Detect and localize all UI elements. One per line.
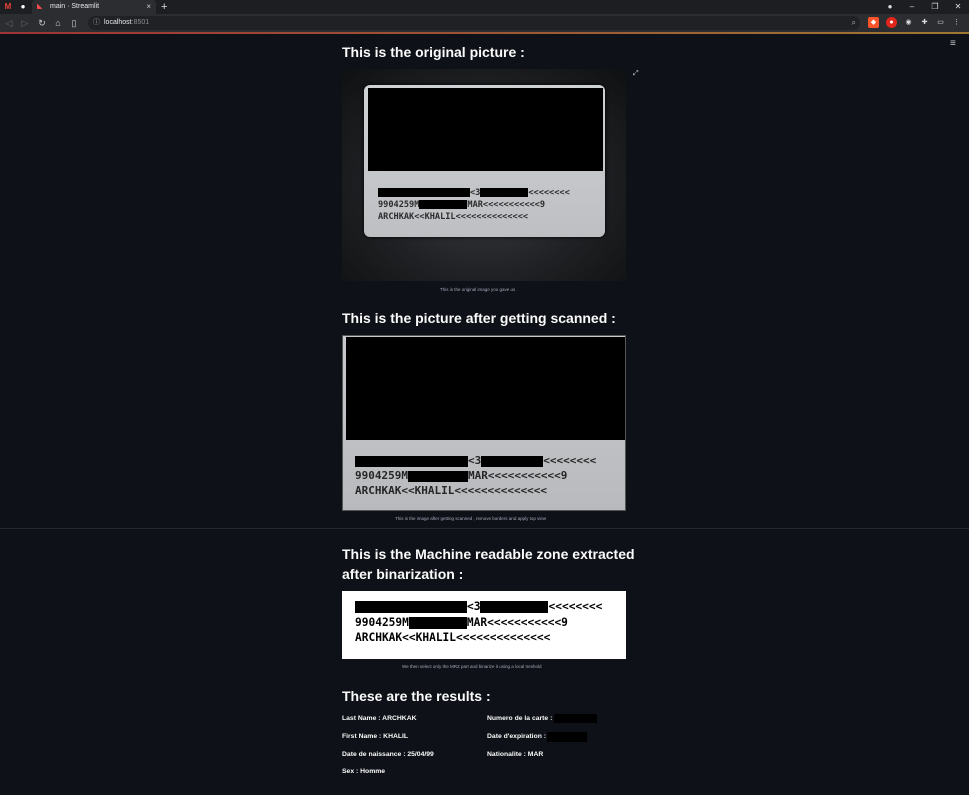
result-birth-date: Date de naissance : 25/04/99 (342, 751, 434, 758)
original-picture-heading: This is the original picture : (342, 44, 525, 60)
redacted-area (346, 337, 625, 440)
result-first-name: First Name : KHALIL (342, 733, 409, 740)
wallet-icon[interactable]: ▭ (935, 17, 946, 28)
original-image: <3 <<<<<<<< 9904259M MAR<<<<<<<<<<<9 ARCHK… (342, 69, 626, 281)
reload-icon[interactable]: ↻ (36, 17, 48, 29)
mrz-line-2: 9904259M MAR<<<<<<<<<<<9 (378, 200, 546, 210)
redacted-card-number (554, 714, 598, 723)
scanned-image: <3 <<<<<<<< 9904259M MAR<<<<<<<<<<<9 ARCHK… (342, 335, 626, 511)
menu-icon[interactable]: ⋮ (951, 17, 962, 28)
binarized-mrz-image: <3 <<<<<<<< 9904259M MAR<<<<<<<<<<<9 ARCHK… (342, 591, 626, 659)
mrz-line-3: ARCHKAK<<KHALIL<<<<<<<<<<<<<< (355, 484, 548, 497)
mrz-heading-line-2: after binarization : (342, 566, 464, 582)
redacted-area (368, 88, 603, 171)
mrz-line-2: 9904259M MAR<<<<<<<<<<<9 (355, 616, 568, 629)
forward-icon[interactable]: ▷ (19, 17, 31, 29)
original-caption: This is the original image you gave us (440, 287, 516, 292)
restore-button[interactable]: ❐ (928, 0, 942, 14)
section-divider (0, 528, 969, 529)
url-text: localhost:8501 (104, 19, 150, 26)
browser-tab-active[interactable]: ◣ main · Streamlit × (32, 0, 156, 14)
minimize-button[interactable]: – (905, 0, 919, 14)
back-icon[interactable]: ◁ (3, 17, 15, 29)
tab-title: main · Streamlit (50, 3, 100, 10)
streamlit-icon: ◣ (37, 3, 43, 10)
mrz-line-1: <3 <<<<<<<< (378, 188, 570, 199)
mrz-line-1: <3 <<<<<<<< (355, 454, 596, 468)
result-card-number: Numero de la carte : (487, 714, 598, 723)
extension-red-icon[interactable]: ● (886, 17, 897, 28)
brave-shield-icon[interactable]: ◆ (868, 17, 879, 28)
hamburger-menu-icon[interactable]: ≡ (950, 38, 956, 49)
redacted-expiry-date (547, 732, 588, 742)
scanned-caption: This is the image after getting scanned … (395, 516, 547, 521)
bookmark-icon[interactable]: ▯ (68, 17, 80, 29)
new-tab-button[interactable]: + (161, 0, 167, 14)
mrz-heading-line-1: This is the Machine readable zone extrac… (342, 546, 635, 562)
streamlit-top-decoration (0, 32, 969, 34)
close-window-button[interactable]: ✕ (951, 0, 965, 14)
results-heading: These are the results : (342, 688, 491, 704)
id-card-photo: <3 <<<<<<<< 9904259M MAR<<<<<<<<<<<9 ARCHK… (364, 85, 605, 237)
mrz-line-2: 9904259M MAR<<<<<<<<<<<9 (355, 469, 568, 482)
fullscreen-icon[interactable]: ⤢ (633, 70, 639, 78)
address-bar[interactable]: ⓘ localhost:8501 ⌕ (88, 16, 860, 30)
scanned-picture-heading: This is the picture after getting scanne… (342, 310, 616, 326)
media-icon[interactable]: ◉ (903, 17, 914, 28)
profile-icon[interactable]: ● (883, 0, 897, 14)
home-icon[interactable]: ⌂ (52, 17, 64, 29)
extensions-icon[interactable]: ✚ (919, 17, 930, 28)
mrz-line-1: <3 <<<<<<<< (355, 600, 602, 614)
mrz-line-3: ARCHKAK<<KHALIL<<<<<<<<<<<<<< (355, 631, 551, 644)
gmail-icon[interactable]: M (3, 2, 13, 12)
result-nationality: Nationalite : MAR (487, 751, 544, 758)
mrz-line-3: ARCHKAK<<KHALIL<<<<<<<<<<<<<< (378, 212, 529, 222)
zoom-icon[interactable]: ⌕ (852, 16, 856, 30)
browser-toolbar: ◁ ▷ ↻ ⌂ ▯ ⓘ localhost:8501 ⌕ ◆ ● ◉ ✚ ▭ ⋮ (0, 14, 969, 32)
tab-close-icon[interactable]: × (146, 1, 151, 13)
result-sex: Sex : Homme (342, 768, 386, 775)
browser-tab-bar: M ● ◣ main · Streamlit × + ● – ❐ ✕ (0, 0, 969, 14)
result-expiry-date: Date d'expiration : (487, 732, 588, 742)
github-icon[interactable]: ● (18, 2, 28, 12)
mrz-caption: We then select only the MRZ part and bin… (402, 664, 542, 669)
site-info-icon[interactable]: ⓘ (93, 18, 100, 26)
result-last-name: Last Name : ARCHKAK (342, 715, 417, 722)
